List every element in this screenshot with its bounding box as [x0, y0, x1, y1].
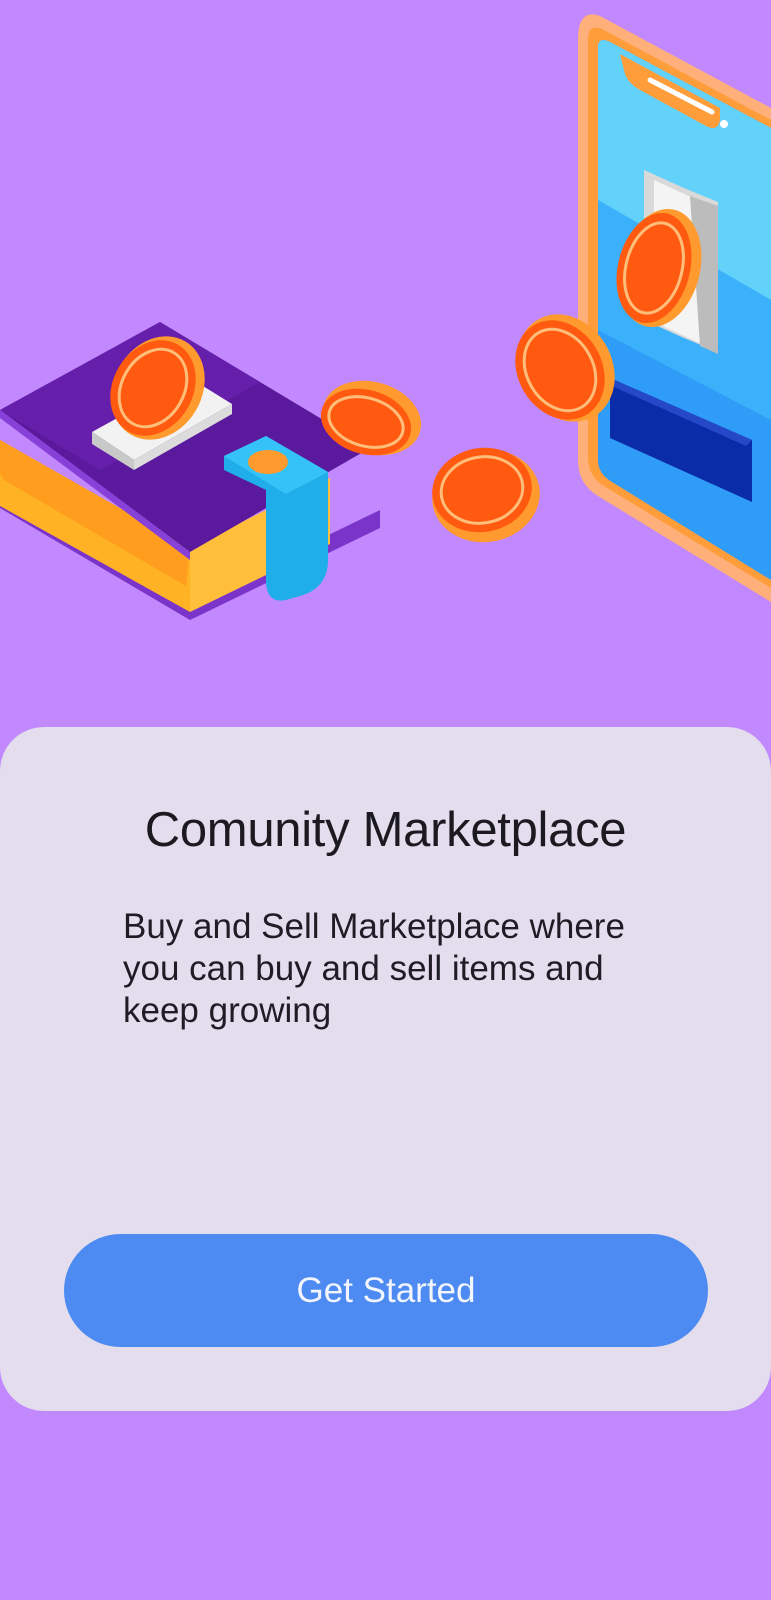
page-title: Comunity Marketplace — [144, 803, 627, 857]
coin-icon — [432, 447, 540, 543]
onboarding-screen: Comunity Marketplace Buy and Sell Market… — [0, 0, 771, 1600]
get-started-button[interactable]: Get Started — [64, 1234, 708, 1347]
hero-illustration — [0, 0, 771, 700]
onboarding-description: Buy and Sell Marketplace where you can b… — [123, 907, 625, 1030]
